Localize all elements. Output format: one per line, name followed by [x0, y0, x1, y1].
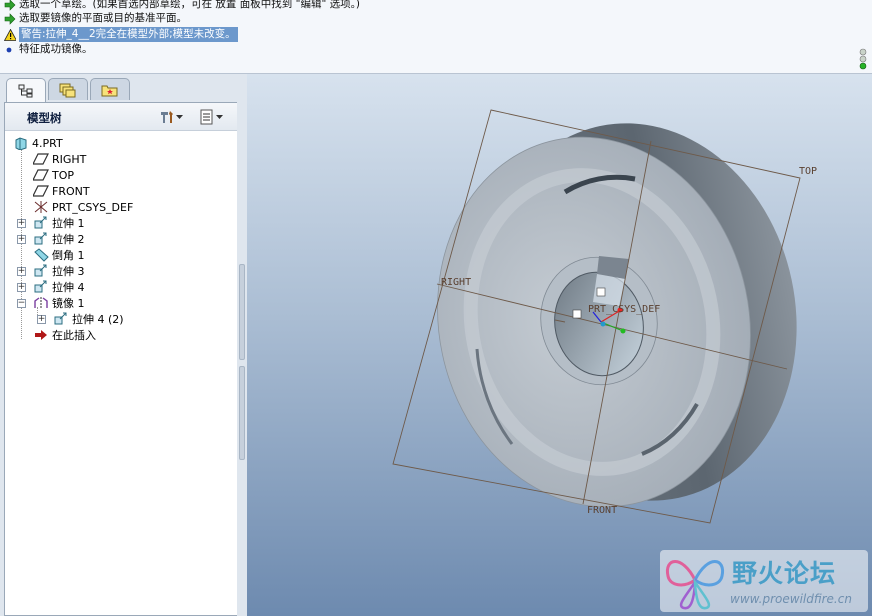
- datum-plane-icon: [33, 168, 49, 182]
- navigator-tabs: [6, 78, 130, 102]
- extrude-icon: [33, 232, 49, 246]
- csys-y-tag: [596, 287, 606, 297]
- tree-item-top[interactable]: TOP: [33, 167, 74, 183]
- expand-toggle[interactable]: +: [17, 283, 26, 292]
- butterfly-logo-icon: [665, 560, 725, 610]
- datum-plane-icon: [33, 152, 49, 166]
- tree-show-button[interactable]: [199, 108, 224, 126]
- chamfer-icon: [33, 248, 49, 262]
- tools-icon: [161, 111, 173, 123]
- show-list-icon: [200, 109, 213, 125]
- prompt-arrow-icon: [4, 12, 16, 25]
- warning-icon: [4, 28, 16, 41]
- tree-item-extrude-1[interactable]: 拉伸 1: [33, 215, 85, 231]
- tree-item-csys[interactable]: PRT_CSYS_DEF: [33, 199, 133, 215]
- collapse-toggle[interactable]: −: [17, 299, 26, 308]
- expand-toggle[interactable]: +: [17, 235, 26, 244]
- datum-plane-icon: [33, 184, 49, 198]
- watermark-title: 野火论坛: [732, 559, 837, 588]
- message-area: 选取一个草绘。(如果首选内部草绘，可在 放置 面板中找到 "编辑" 选项。) 选…: [0, 0, 872, 74]
- extrude-icon: [33, 280, 49, 294]
- extrude-icon: [33, 264, 49, 278]
- regen-status-icon[interactable]: [858, 48, 868, 70]
- tree-item-extrude-4-2[interactable]: 拉伸 4 (2): [53, 311, 124, 327]
- forum-watermark: 野火论坛 www.proewildfire.cn: [660, 550, 868, 612]
- tree-item-chamfer-1[interactable]: 倒角 1: [33, 247, 85, 263]
- model-tree-tab[interactable]: [6, 78, 46, 102]
- tree-item-part[interactable]: 4.PRT: [13, 135, 63, 151]
- splitter-grip[interactable]: [239, 366, 245, 460]
- mirror-icon: [33, 296, 49, 310]
- extrude-icon: [33, 216, 49, 230]
- datum-label-top: TOP: [799, 166, 817, 177]
- splitter-grip[interactable]: [239, 264, 245, 360]
- navigator-panel: 模型树 4.PRT RIGHT TOP FRONT PRT_CSYS_DEF +…: [0, 74, 247, 616]
- tree-item-extrude-2[interactable]: 拉伸 2: [33, 231, 85, 247]
- layer-tab[interactable]: [48, 78, 88, 100]
- tree-item-insert-here[interactable]: 在此插入: [33, 327, 96, 343]
- csys-icon: [33, 200, 49, 214]
- graphics-window[interactable]: TOP RIGHT FRONT PRT_CSYS_DEF: [247, 74, 872, 616]
- panel-splitter[interactable]: [237, 74, 247, 616]
- info-bullet-icon: [4, 44, 16, 56]
- tree-item-right[interactable]: RIGHT: [33, 151, 86, 167]
- message-line: 特征成功镜像。: [4, 42, 93, 57]
- tree-item-front[interactable]: FRONT: [33, 183, 90, 199]
- tree-item-mirror-1[interactable]: 镜像 1: [33, 295, 85, 311]
- watermark-url: www.proewildfire.cn: [730, 592, 852, 606]
- model-tree-tab-icon: [18, 84, 33, 97]
- favorites-folder-icon: [101, 85, 118, 96]
- tree-settings-button[interactable]: [159, 108, 184, 126]
- message-line-warning: 警告:拉伸_4__2完全在模型外部;模型未改变。: [4, 27, 238, 42]
- part-icon: [13, 136, 29, 150]
- model-tree-title: 模型树: [27, 111, 62, 125]
- prompt-arrow-icon: [4, 0, 16, 11]
- expand-toggle[interactable]: +: [17, 219, 26, 228]
- extrude-icon: [53, 312, 69, 326]
- folder-browser-icon: [59, 83, 76, 97]
- favorites-tab[interactable]: [90, 78, 130, 100]
- dropdown-arrow-icon: [176, 115, 183, 119]
- datum-label-csys: PRT_CSYS_DEF: [588, 304, 660, 315]
- dropdown-arrow-icon: [216, 115, 223, 119]
- tree-item-extrude-3[interactable]: 拉伸 3: [33, 263, 85, 279]
- tree-item-extrude-4[interactable]: 拉伸 4: [33, 279, 85, 295]
- model-tree: 模型树 4.PRT RIGHT TOP FRONT PRT_CSYS_DEF +…: [4, 102, 238, 616]
- message-line: 选取要镜像的平面或目的基准平面。: [4, 11, 187, 26]
- datum-label-front: FRONT: [587, 505, 617, 516]
- datum-label-right: RIGHT: [441, 277, 471, 288]
- insert-here-arrow-icon: [33, 328, 49, 342]
- expand-toggle[interactable]: +: [17, 267, 26, 276]
- model-view[interactable]: TOP RIGHT FRONT PRT_CSYS_DEF: [247, 74, 872, 616]
- expand-toggle[interactable]: +: [37, 315, 46, 324]
- model-tree-header: 模型树: [5, 103, 237, 131]
- csys-x-tag: [572, 309, 582, 319]
